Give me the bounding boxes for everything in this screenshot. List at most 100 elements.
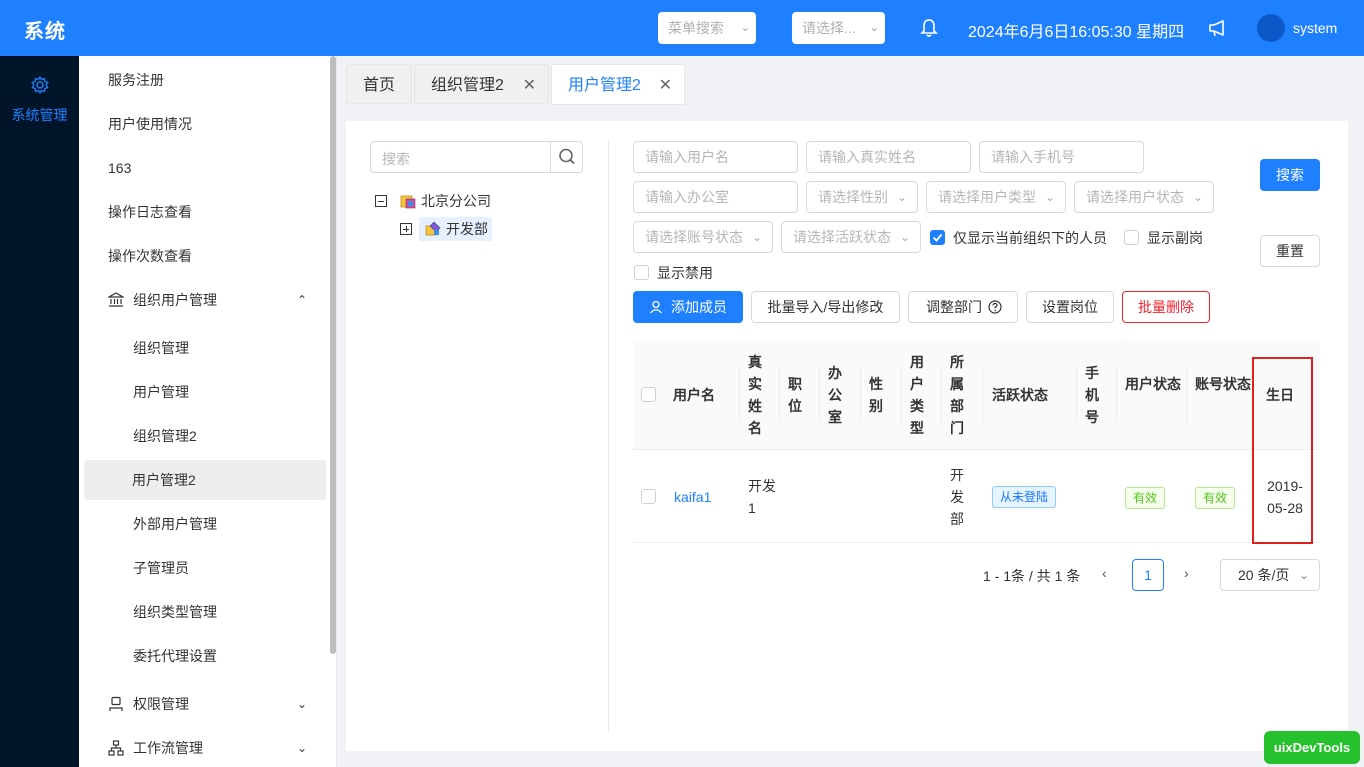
gender-select[interactable]: 请选择性别 ⌄ (806, 181, 918, 213)
user-type-select[interactable]: 请选择用户类型 ⌄ (926, 181, 1066, 213)
table-header: 用户名 真实姓名 职位 办公室 性别 用户类型 所属部门 活跃状态 手机号 用户… (633, 340, 1320, 450)
col-account-status[interactable]: 账号状态 (1195, 373, 1255, 395)
show-disabled-checkbox[interactable] (634, 265, 649, 280)
tree-search-button[interactable] (550, 141, 582, 173)
search-button[interactable]: 搜索 (1260, 159, 1320, 191)
col-office[interactable]: 办公室 (828, 362, 844, 428)
tree-node-child[interactable]: 开发部 (446, 219, 488, 241)
prev-page-icon[interactable]: ‹ (1102, 565, 1107, 581)
devtools-button[interactable]: uixDevTools (1264, 731, 1360, 764)
col-user-status[interactable]: 用户状态 (1125, 373, 1185, 395)
sidebar-item-org-type[interactable]: 组织类型管理 (79, 592, 329, 632)
show-disabled-label[interactable]: 显示禁用 (657, 263, 713, 283)
adjust-dept-label: 调整部门 (926, 299, 982, 315)
row-checkbox[interactable] (641, 489, 656, 504)
sidebar-item-delegation[interactable]: 委托代理设置 (79, 636, 329, 676)
next-page-icon[interactable]: › (1184, 565, 1189, 581)
tree-expand-icon[interactable] (400, 223, 412, 235)
col-user-type[interactable]: 用户类型 (910, 351, 926, 439)
rail-item-system-management[interactable]: 系统管理 (0, 105, 79, 125)
page-number-current[interactable]: 1 (1132, 559, 1164, 591)
chevron-down-icon: ⌄ (899, 230, 910, 244)
col-realname[interactable]: 真实姓名 (748, 351, 764, 439)
tab-user-manage-2[interactable]: 用户管理2 ✕ (551, 64, 685, 105)
header-select[interactable]: 请选择... ⌄ (792, 12, 885, 44)
sidebar-item-service-register[interactable]: 服务注册 (79, 60, 329, 100)
sidebar-item-163[interactable]: 163 (79, 148, 329, 188)
show-deputy-checkbox[interactable] (1124, 230, 1139, 245)
col-separator (1116, 368, 1117, 422)
sidebar-menu: 服务注册 用户使用情况 163 操作日志查看 操作次数查看 组织用户管理 ⌃ 组… (79, 56, 337, 767)
sidebar-item-user-manage[interactable]: 用户管理 (79, 372, 329, 412)
adjust-dept-button[interactable]: 调整部门 (908, 291, 1018, 323)
only-current-org-checkbox[interactable] (930, 230, 945, 245)
col-active[interactable]: 活跃状态 (992, 384, 1048, 406)
realname-input[interactable]: 请输入真实姓名 (806, 141, 971, 173)
cell-username-link[interactable]: kaifa1 (674, 486, 711, 508)
bell-icon[interactable] (920, 18, 938, 38)
sidebar-item-org-manage[interactable]: 组织管理 (79, 328, 329, 368)
col-separator (779, 368, 780, 422)
add-member-button[interactable]: 添加成员 (633, 291, 743, 323)
help-icon[interactable] (988, 300, 1002, 314)
batch-delete-button[interactable]: 批量删除 (1122, 291, 1210, 323)
show-deputy-label[interactable]: 显示副岗 (1147, 228, 1203, 248)
col-separator (739, 368, 740, 422)
user-status-select[interactable]: 请选择用户状态 ⌄ (1074, 181, 1214, 213)
reset-button[interactable]: 重置 (1260, 235, 1320, 267)
tab-label: 首页 (363, 77, 396, 94)
sidebar-group-org-user[interactable]: 组织用户管理 ⌃ (79, 280, 329, 320)
close-icon[interactable]: ✕ (659, 65, 672, 107)
announcement-icon[interactable] (1208, 18, 1228, 38)
search-icon (559, 148, 575, 165)
page-size-select[interactable]: 20 条/页 ⌄ (1220, 559, 1320, 591)
pagination-info: 1 - 1条 / 共 1 条 (983, 568, 1081, 584)
col-separator (901, 368, 902, 422)
sidebar-group-permission[interactable]: 权限管理 ⌄ (79, 684, 329, 724)
col-post[interactable]: 职位 (788, 373, 804, 417)
sidebar-group-label: 工作流管理 (133, 740, 203, 756)
col-gender[interactable]: 性别 (869, 373, 885, 417)
bank-icon (108, 292, 124, 307)
sidebar-item-external-user[interactable]: 外部用户管理 (79, 504, 329, 544)
office-input[interactable]: 请输入办公室 (633, 181, 798, 213)
only-current-org-label[interactable]: 仅显示当前组织下的人员 (953, 228, 1107, 248)
sidebar-item-user-usage[interactable]: 用户使用情况 (79, 104, 329, 144)
chevron-down-icon: ⌄ (740, 22, 750, 34)
active-status-select[interactable]: 请选择活跃状态 ⌄ (781, 221, 921, 253)
chevron-up-icon: ⌃ (296, 293, 307, 307)
username[interactable]: system (1293, 20, 1337, 36)
col-phone[interactable]: 手机号 (1085, 362, 1101, 428)
col-username[interactable]: 用户名 (673, 384, 715, 406)
close-icon[interactable]: ✕ (523, 65, 536, 107)
select-all-checkbox[interactable] (641, 387, 656, 402)
chevron-down-icon: ⌄ (869, 22, 879, 34)
tree-node-root[interactable]: 北京分公司 (421, 191, 491, 213)
set-post-button[interactable]: 设置岗位 (1026, 291, 1114, 323)
tab-home[interactable]: 首页 (346, 64, 412, 104)
sidebar-group-workflow[interactable]: 工作流管理 ⌄ (79, 728, 329, 767)
gear-icon[interactable] (31, 76, 49, 94)
tab-org-manage-2[interactable]: 组织管理2 ✕ (414, 64, 549, 104)
col-separator (860, 368, 861, 422)
sidebar-scrollbar[interactable] (330, 56, 336, 654)
menu-search-placeholder: 菜单搜索 (668, 20, 724, 36)
sidebar-item-operation-count[interactable]: 操作次数查看 (79, 236, 329, 276)
add-member-label: 添加成员 (671, 299, 727, 315)
phone-input[interactable]: 请输入手机号 (979, 141, 1144, 173)
col-separator (941, 368, 942, 422)
sidebar-item-user-manage-2[interactable]: 用户管理2 (84, 460, 326, 500)
sidebar-item-sub-admin[interactable]: 子管理员 (79, 548, 329, 588)
tree-search-input[interactable]: 搜索 (370, 141, 583, 173)
username-input[interactable]: 请输入用户名 (633, 141, 798, 173)
avatar[interactable] (1257, 14, 1285, 42)
table-row[interactable]: kaifa1 开发1 开发部 从未登陆 有效 有效 2019-05-28 (633, 451, 1320, 543)
sidebar-item-org-manage-2[interactable]: 组织管理2 (79, 416, 329, 456)
batch-import-button[interactable]: 批量导入/导出修改 (751, 291, 900, 323)
account-status-select[interactable]: 请选择账号状态 ⌄ (633, 221, 773, 253)
menu-search-select[interactable]: 菜单搜索 ⌄ (658, 12, 756, 44)
account-status-badge: 有效 (1195, 487, 1235, 509)
col-dept[interactable]: 所属部门 (950, 351, 966, 439)
tree-collapse-icon[interactable] (375, 195, 387, 207)
sidebar-item-operation-log[interactable]: 操作日志查看 (79, 192, 329, 232)
